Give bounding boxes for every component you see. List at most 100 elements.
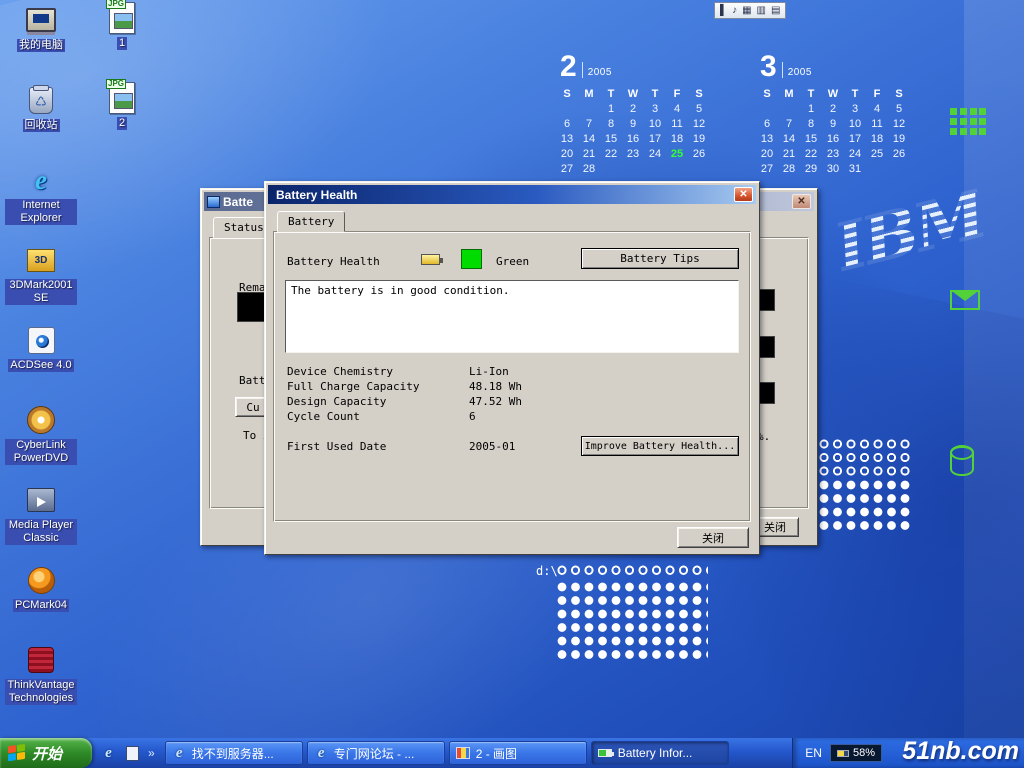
keypad-icon: [950, 108, 986, 136]
start-label: 开始: [32, 743, 62, 764]
desktop-icon-label: 我的电脑: [17, 39, 65, 52]
calendar-day-header: M: [778, 88, 800, 100]
field-value: 47.52 Wh: [469, 395, 522, 408]
battery-percent: 58%: [853, 747, 875, 759]
desktop-file-2[interactable]: JPG2: [94, 82, 150, 162]
speaker-icon[interactable]: ♪: [732, 6, 737, 16]
calendar-day: [778, 103, 800, 115]
jpg-file-icon: JPG: [109, 82, 135, 114]
ie-icon: e: [314, 746, 329, 761]
pcmark-icon: [28, 567, 55, 594]
tab-battery[interactable]: Battery: [277, 211, 345, 232]
ibm-logo: IBM: [827, 175, 992, 287]
desktop-icon-pcmark[interactable]: PCMark04: [4, 564, 78, 644]
taskbar-task-button[interactable]: Battery Infor...: [591, 741, 729, 765]
envelope-icon: [950, 290, 980, 310]
calendar-day-header: S: [888, 88, 910, 100]
calendar-day: 1: [800, 103, 822, 115]
calendar-divider: [782, 62, 783, 78]
desktop-icon-mark3d[interactable]: 3DMark2001 SE: [4, 244, 78, 324]
taskbar-task-button[interactable]: e专门网论坛 - ...: [307, 741, 445, 765]
language-indicator[interactable]: EN: [805, 746, 822, 760]
desktop-icon-label: ThinkVantage Technologies: [5, 679, 77, 705]
windows-flag-icon: [8, 744, 26, 763]
document-quick-icon[interactable]: [124, 745, 141, 762]
internet-explorer-quick-icon[interactable]: e: [100, 745, 117, 762]
start-button[interactable]: 开始: [0, 738, 92, 768]
calendar-day: 13: [756, 133, 778, 145]
calendar-day: 16: [822, 133, 844, 145]
calendar-day: 22: [800, 148, 822, 160]
close-button[interactable]: ✕: [792, 194, 811, 209]
acdsee-icon: [28, 327, 55, 354]
desktop-icon-acdsee[interactable]: ACDSee 4.0: [4, 324, 78, 404]
thinkvantage-icon: [28, 647, 54, 673]
mpc-icon: [27, 488, 55, 512]
dot-pattern: [556, 581, 708, 662]
close-dialog-button[interactable]: 关闭: [677, 527, 749, 548]
display-icon[interactable]: ▦: [742, 6, 751, 16]
desktop-icon-mycomputer[interactable]: 我的电脑: [4, 4, 78, 84]
calendar-day: 24: [844, 148, 866, 160]
desktop-icon-recycle[interactable]: 回收站: [4, 84, 78, 164]
calendar-day: 21: [778, 148, 800, 160]
field-label: Device Chemistry: [287, 365, 393, 378]
close-button[interactable]: ✕: [734, 187, 753, 202]
condition-textbox[interactable]: The battery is in good condition.: [285, 280, 739, 353]
calendar-day: 27: [756, 163, 778, 175]
calendar-day: 11: [866, 118, 888, 130]
calendar-day: 3: [844, 103, 866, 115]
calendar-grid: SMTWTFS123456789101112131415161718192021…: [756, 88, 912, 175]
calendar-day: 15: [800, 133, 822, 145]
taskbar-task-button[interactable]: e找不到服务器...: [165, 741, 303, 765]
dialog-titlebar[interactable]: Battery Health ✕: [268, 185, 756, 204]
window-icon: [207, 196, 220, 208]
calendar-day: 30: [822, 163, 844, 175]
desktop-icon-label: 3DMark2001 SE: [5, 279, 77, 305]
desktop-icon-thinkvantage[interactable]: ThinkVantage Technologies: [4, 644, 78, 724]
battery-meter-icon[interactable]: ▥: [757, 6, 766, 16]
health-status-square: [461, 249, 482, 269]
desktop-icon-powerdvd[interactable]: CyberLink PowerDVD: [4, 404, 78, 484]
calendar-day: 25: [666, 148, 688, 160]
calendar-day: [666, 163, 688, 175]
handle-icon[interactable]: ▌: [720, 6, 727, 16]
calendar-day: 19: [688, 133, 710, 145]
calendar-day: 8: [600, 118, 622, 130]
desktop-file-1[interactable]: JPG 1: [94, 2, 150, 82]
field-label: Design Capacity: [287, 395, 386, 408]
calendar-day-header: T: [644, 88, 666, 100]
battery-panel: Battery Health Green Battery Tips The ba…: [273, 231, 751, 522]
calendar-day-header: W: [622, 88, 644, 100]
improve-battery-health-button[interactable]: Improve Battery Health...: [581, 436, 739, 456]
calendar-day: 10: [644, 118, 666, 130]
desktop-icon-ie[interactable]: Internet Explorer: [4, 164, 78, 244]
calendar-day: [578, 103, 600, 115]
battery-tips-button[interactable]: Battery Tips: [581, 248, 739, 269]
calendar-day: 27: [556, 163, 578, 175]
calendar-day: [600, 163, 622, 175]
calendar-day-header: M: [578, 88, 600, 100]
desktop-icon-mpc[interactable]: Media Player Classic: [4, 484, 78, 564]
file-label: 1: [117, 37, 127, 50]
calendar-day: 7: [778, 118, 800, 130]
calendar-day-header: T: [600, 88, 622, 100]
calendar-day: 12: [888, 118, 910, 130]
calendar-day: 15: [600, 133, 622, 145]
taskbar: 开始 e » e找不到服务器...e专门网论坛 - ...2 - 画图Batte…: [0, 738, 1024, 768]
battery-health-dialog[interactable]: Battery Health ✕ Battery Battery Health …: [264, 181, 760, 555]
ie-icon: [35, 165, 47, 196]
calendar-day: [688, 163, 710, 175]
desktop-icon-label: Media Player Classic: [5, 519, 77, 545]
battery-meter[interactable]: 58%: [830, 744, 882, 762]
calendar-day-header: T: [844, 88, 866, 100]
notes-icon[interactable]: ▤: [771, 6, 780, 16]
powerdvd-icon: [27, 406, 55, 434]
field-value: 2005-01: [469, 440, 515, 453]
quick-launch-overflow-chevron[interactable]: »: [148, 746, 155, 760]
floating-toolbar[interactable]: ▌ ♪ ▦ ▥ ▤: [714, 2, 786, 19]
watermark: 51nb.com: [902, 737, 1019, 766]
calendar-day: 17: [844, 133, 866, 145]
file-type-tag: JPG: [106, 0, 126, 9]
taskbar-task-button[interactable]: 2 - 画图: [449, 741, 587, 765]
